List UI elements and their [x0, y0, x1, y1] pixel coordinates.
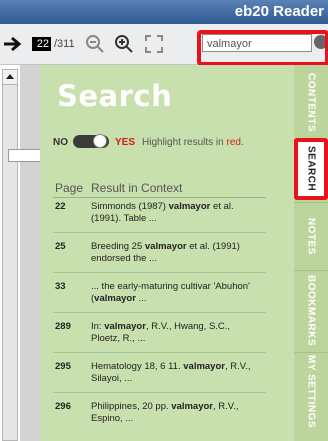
tab-search-label: SEARCH	[305, 146, 317, 192]
header-divider	[53, 197, 266, 198]
result-context: In: valmayor, R.V., Hwang, S.C., Ploetz,…	[91, 321, 261, 345]
zoom-in-icon[interactable]	[113, 33, 135, 55]
title-bar: eb20 Reader	[0, 0, 328, 24]
panel-heading: Search	[57, 79, 173, 113]
document-page-edge	[20, 65, 40, 441]
scroll-up-arrow[interactable]	[3, 70, 17, 85]
chevron-up-icon	[6, 74, 14, 79]
result-divider	[53, 352, 266, 353]
tab-contents[interactable]: CONTENTS	[294, 65, 328, 139]
result-page: 295	[55, 361, 71, 372]
result-divider	[53, 272, 266, 273]
tab-contents-label: CONTENTS	[305, 72, 317, 132]
fullscreen-icon[interactable]	[143, 33, 165, 55]
result-context: Simmonds (1987) valmayor et al. (1991). …	[91, 201, 261, 225]
toggle-yes-label: YES	[115, 137, 136, 148]
tab-notes[interactable]: NOTES	[294, 202, 328, 270]
result-divider	[53, 312, 266, 313]
result-page: 296	[55, 401, 71, 412]
result-divider	[53, 392, 266, 393]
search-panel: Search NO YES Highlight results in red. …	[40, 65, 294, 441]
side-tab-bar: CONTENTS SEARCH NOTES BOOKMARKS MY SETTI…	[294, 65, 328, 441]
result-context: Breeding 25 valmayor et al. (1991) endor…	[91, 241, 261, 265]
hint-red-word: red	[226, 137, 241, 148]
back-arrow-icon[interactable]	[2, 33, 24, 55]
result-text: Breeding 25	[91, 241, 145, 252]
result-page: 22	[55, 201, 66, 212]
current-page-input[interactable]: 22	[32, 37, 51, 51]
result-context: Philippines, 20 pp. valmayor, R.V., Espi…	[91, 401, 261, 425]
search-highlight-marker	[197, 30, 328, 66]
app-title: eb20 Reader	[234, 3, 324, 20]
hint-suffix: .	[240, 137, 244, 148]
zoom-out-icon[interactable]	[84, 33, 106, 55]
tab-notes-label: NOTES	[305, 217, 317, 255]
result-context: ... the early-maturing cultivar 'Abuhon'…	[91, 281, 261, 305]
result-text: Simmonds (1987)	[91, 201, 169, 212]
result-term: valmayor	[94, 293, 136, 304]
result-page: 289	[55, 321, 71, 332]
total-pages: /311	[54, 38, 75, 50]
result-term: valmayor	[104, 321, 146, 332]
result-divider	[53, 232, 266, 233]
column-header-result: Result in Context	[91, 181, 183, 195]
tab-bookmarks-label: BOOKMARKS	[305, 275, 317, 347]
result-context: Hematology 18, 6 11. valmayor, R.V., Sil…	[91, 361, 261, 385]
toggle-no-label: NO	[53, 137, 68, 148]
scrollbar[interactable]	[2, 69, 18, 441]
tab-my-settings[interactable]: MY SETTINGS	[294, 352, 328, 432]
column-header-page: Page	[55, 181, 84, 195]
highlight-toggle[interactable]	[73, 134, 109, 148]
result-text: Hematology 18, 6 11.	[91, 361, 184, 372]
result-text: In:	[91, 321, 105, 332]
tab-settings-label: MY SETTINGS	[305, 355, 317, 429]
tab-bookmarks[interactable]: BOOKMARKS	[294, 270, 328, 352]
result-term: valmayor	[144, 241, 187, 252]
hint-prefix: Highlight results in	[142, 137, 227, 148]
result-page: 33	[55, 281, 66, 292]
result-text: Philippines, 20 pp.	[91, 401, 172, 412]
toggle-knob[interactable]	[93, 134, 107, 148]
bookmark-marker[interactable]	[8, 149, 40, 162]
result-page: 25	[55, 241, 66, 252]
result-term: valmayor	[168, 201, 211, 212]
result-term: valmayor	[183, 361, 225, 372]
result-term: valmayor	[171, 401, 214, 412]
tab-search[interactable]: SEARCH	[294, 138, 328, 200]
result-text: ...	[135, 293, 147, 304]
